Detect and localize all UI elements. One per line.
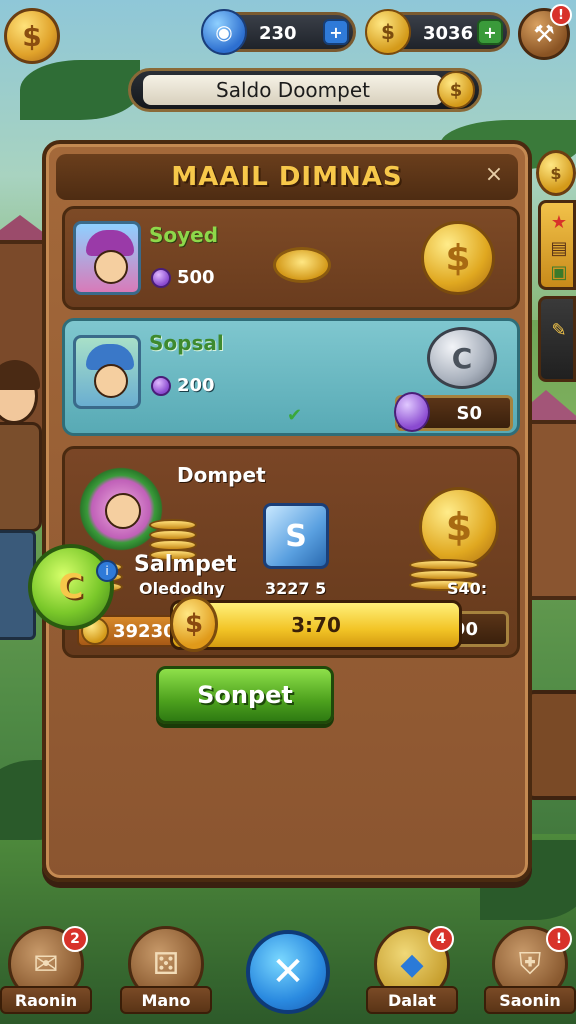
sonpet-button[interactable]: Sonpet: [156, 666, 334, 724]
stat-label-right: S40:: [447, 579, 488, 598]
price-pill[interactable]: S0: [394, 392, 513, 432]
wallet-banner: Saldo Doompet $: [128, 68, 482, 112]
nav-label: Mano: [120, 986, 212, 1014]
gold-resource-pill: $ 3036 +: [365, 9, 510, 55]
wallet-panel: MAAIL DIMNAS × Soyed 500 $ Sopsal 200 ✔ …: [42, 140, 532, 882]
gold-bag-icon: $: [365, 9, 411, 55]
nav-item-mano[interactable]: ⚄ Mano: [120, 926, 212, 1018]
info-icon[interactable]: i: [96, 560, 118, 582]
close-icon: ✕: [246, 930, 330, 1014]
tool-icon: ✎: [551, 319, 567, 341]
gem-icon: [151, 375, 171, 396]
gear-badge-icon: C: [28, 544, 114, 630]
nav-badge: !: [546, 926, 572, 952]
wallet-banner-label: Saldo Doompet: [143, 75, 443, 105]
coin-balance-value: 39230: [113, 620, 176, 642]
notification-badge: !: [550, 4, 572, 26]
side-tools-tab[interactable]: ✎: [538, 296, 576, 382]
gem-resource-pill: ◉ 230 +: [201, 9, 356, 55]
hammer-icon: ⚒: [533, 20, 555, 48]
panel-header: MAAIL DIMNAS ×: [56, 154, 518, 200]
close-icon[interactable]: ×: [482, 162, 506, 187]
gold-coin-icon: $: [419, 487, 499, 567]
gem-resource-value: 230: [259, 23, 297, 44]
nav-badge: 4: [428, 926, 454, 952]
gem-orb-icon: ◉: [201, 9, 247, 55]
nav-item-saonin[interactable]: ⛨ ! Saonin: [484, 926, 576, 1018]
stat-label-mid: 3227 5: [265, 579, 327, 598]
section-title: Dompet: [177, 463, 266, 487]
nav-badge: 2: [62, 926, 88, 952]
character-portrait: [73, 335, 141, 409]
nav-close-button[interactable]: ✕: [246, 926, 332, 1018]
gem-pouch-icon: [394, 392, 430, 432]
character-portrait: [73, 221, 141, 295]
reward-card-sopsal[interactable]: Sopsal 200 ✔ C S0: [62, 318, 520, 436]
face-shape: [94, 250, 128, 284]
add-gems-button[interactable]: +: [323, 19, 349, 45]
palm-leaf: [20, 60, 140, 120]
coin-pile-icon: [273, 247, 331, 283]
price-value: S0: [456, 402, 483, 424]
gold-coin-icon: $: [421, 221, 495, 295]
panel-title: MAAIL DIMNAS: [171, 162, 403, 192]
card-name: Soyed: [149, 223, 219, 247]
coin-menu-button[interactable]: $: [4, 8, 60, 64]
scroll-icon: ▤: [550, 237, 568, 259]
coin-icon: $: [437, 71, 475, 109]
stat-label-left: Oledodhy: [139, 579, 225, 598]
salmpet-title: Salmpet: [134, 552, 237, 577]
villager-body: [0, 422, 42, 532]
gem-value: 200: [177, 375, 215, 396]
nav-label: Dalat: [366, 986, 458, 1014]
gem-amount: 500: [151, 267, 215, 288]
card-name: Sopsal: [149, 331, 224, 355]
barrel: [526, 690, 576, 800]
face-shape: [105, 493, 141, 529]
checkmark-icon: ✔: [287, 405, 303, 426]
dollar-coin-icon: $: [22, 19, 42, 53]
villager-hair: [0, 360, 40, 390]
gem-amount: 200: [151, 375, 215, 396]
star-icon: ★: [550, 211, 568, 233]
gold-resource-value: 3036: [423, 23, 474, 44]
reward-card-soyed[interactable]: Soyed 500 $: [62, 206, 520, 310]
side-coin-button[interactable]: $: [536, 150, 576, 196]
coin-bag-icon: $: [170, 596, 218, 652]
face-shape: [94, 364, 128, 398]
nav-label: Saonin: [484, 986, 576, 1014]
nav-item-raonin[interactable]: ✉ 2 Raonin: [0, 926, 92, 1018]
note-icon: ▣: [550, 261, 568, 283]
gem-icon: [151, 267, 171, 288]
blue-crystal-icon: S: [263, 503, 329, 569]
add-gold-button[interactable]: +: [477, 19, 503, 45]
nav-label: Raonin: [0, 986, 92, 1014]
gem-value: 500: [177, 267, 215, 288]
side-quest-tab[interactable]: ★ ▤ ▣: [538, 200, 576, 290]
nav-item-dalat[interactable]: ◆ 4 Dalat: [366, 926, 458, 1018]
silver-coin-icon: C: [427, 327, 497, 389]
